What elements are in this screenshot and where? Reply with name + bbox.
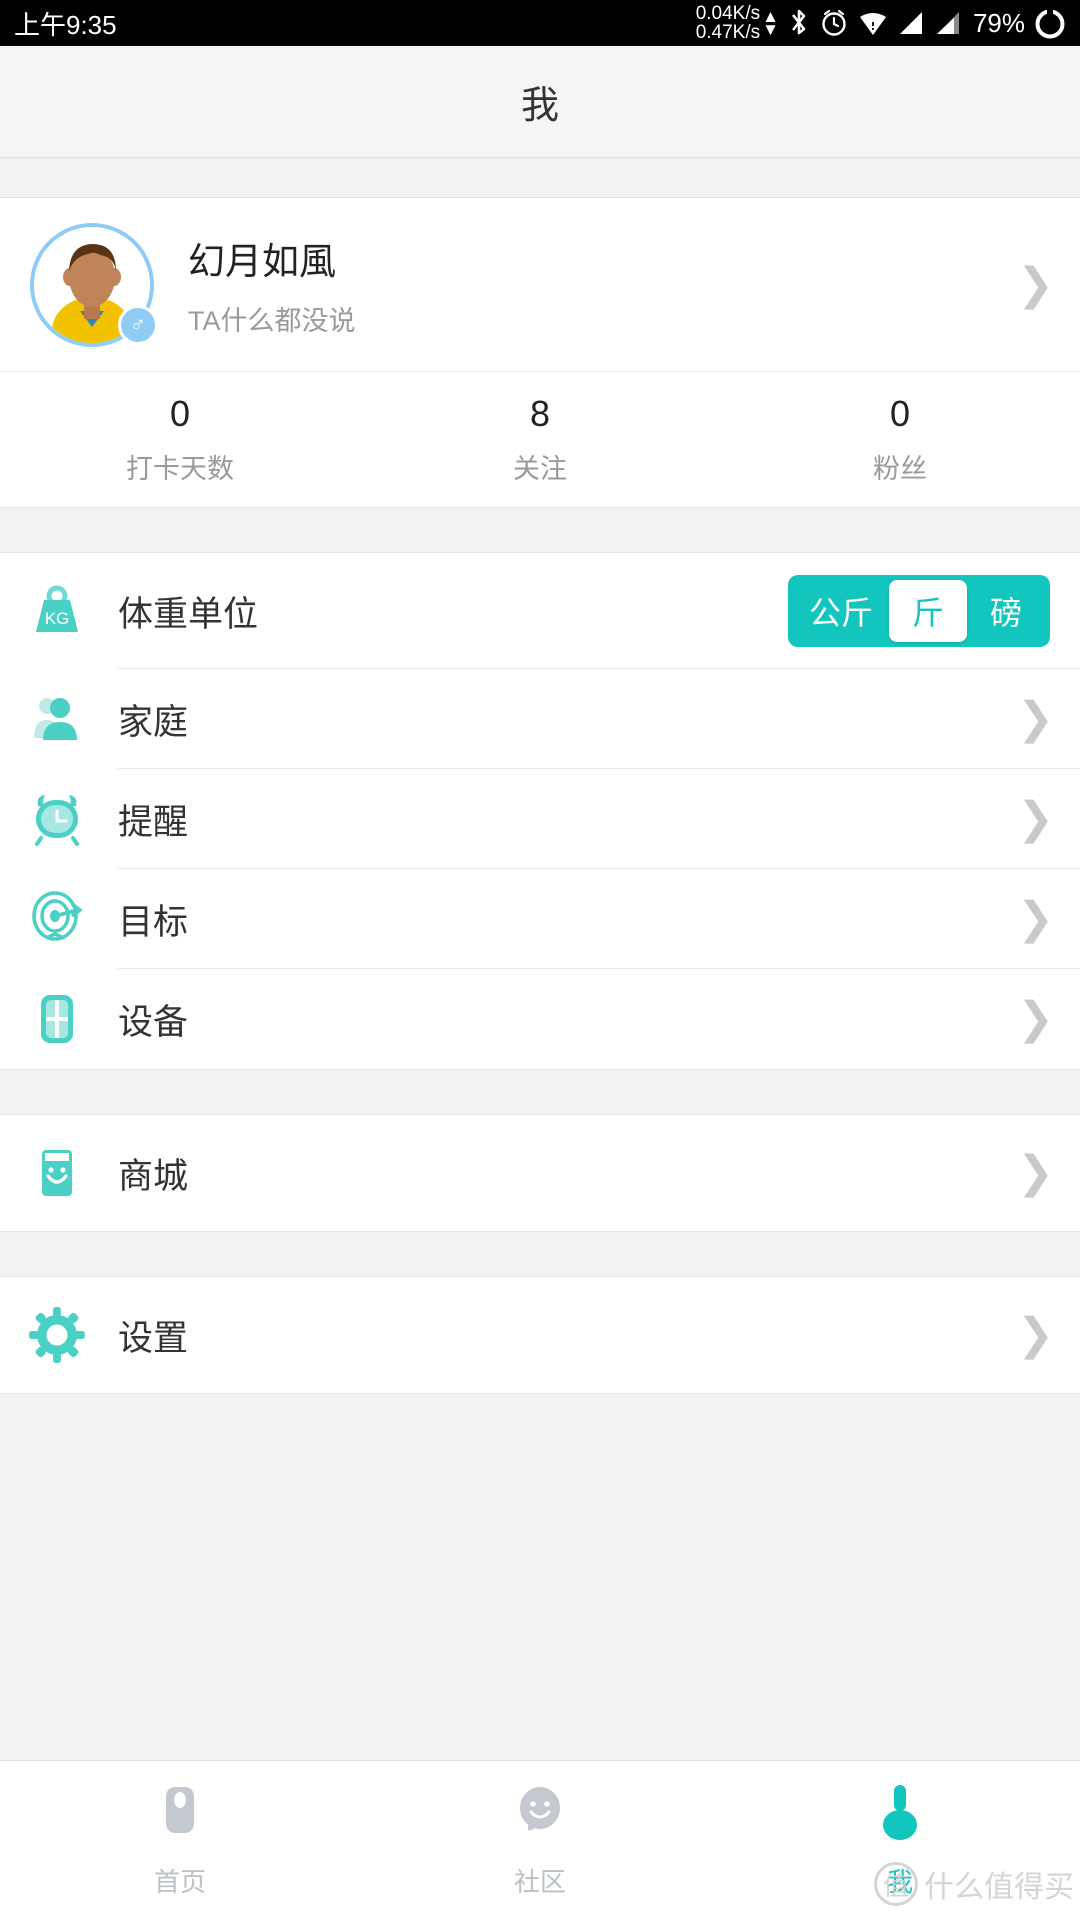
chevron-right-icon: ❯: [1017, 694, 1054, 743]
profile-info: 幻月如風 TA什么都没说: [188, 231, 1017, 338]
stat-followers[interactable]: 0 粉丝: [720, 372, 1080, 507]
person-icon: [869, 1783, 931, 1852]
chevron-right-icon: ❯: [1017, 259, 1054, 309]
stat-value: 0: [889, 393, 911, 434]
settings-group-primary: KG 体重单位 公斤 斤 磅 家庭 ❯ 提醒 ❯ 目标 ❯ 设备 ❯: [0, 552, 1080, 1070]
row-label: 设置: [118, 1318, 189, 1358]
gender-badge-male: ♂: [118, 304, 158, 345]
stat-checkin-days[interactable]: 0 打卡天数: [0, 372, 360, 507]
stat-following[interactable]: 8 关注: [360, 372, 720, 507]
row-label: 商城: [118, 1156, 189, 1196]
profile-name: 幻月如風: [188, 241, 336, 282]
alarm-icon: [819, 8, 849, 38]
page-title: 我: [520, 85, 559, 127]
status-time: 上午9:35: [14, 9, 117, 40]
svg-text:KG: KG: [45, 609, 70, 628]
target-icon: [26, 888, 88, 950]
header-spacer: [0, 158, 1080, 198]
section-spacer: [0, 1232, 1080, 1276]
shopping-bag-icon: [26, 1142, 88, 1204]
nav-label: 社区: [513, 1866, 566, 1897]
row-label: 设备: [118, 1002, 189, 1042]
battery-percent: 79%: [972, 7, 1025, 38]
network-speed-indicator: 0.04K/s 0.47K/s ▲ ▼: [695, 2, 779, 43]
seg-option-jin[interactable]: 斤: [889, 580, 967, 642]
bluetooth-icon: [788, 7, 810, 39]
status-bar: 上午9:35 0.04K/s 0.47K/s ▲ ▼ 79%: [0, 0, 1080, 46]
stat-label: 关注: [513, 454, 567, 484]
row-goal[interactable]: 目标 ❯: [0, 869, 1080, 969]
section-spacer: [0, 1070, 1080, 1114]
stats-row: 0 打卡天数 8 关注 0 粉丝: [0, 372, 1080, 508]
stat-label: 粉丝: [873, 454, 927, 484]
seg-option-pound[interactable]: 磅: [967, 580, 1045, 642]
chevron-right-icon: ❯: [1017, 1148, 1054, 1197]
avatar[interactable]: ♂: [30, 222, 158, 347]
stat-label: 打卡天数: [126, 454, 234, 484]
nav-item-home[interactable]: 首页: [0, 1783, 360, 1899]
nav-item-community[interactable]: 社区: [360, 1783, 720, 1899]
signal-bars-icon: [897, 10, 925, 36]
chevron-right-icon: ❯: [1017, 994, 1054, 1043]
row-store[interactable]: 商城 ❯: [0, 1115, 1080, 1231]
watermark-text: 什么值得买: [924, 1871, 1074, 1904]
nav-label: 首页: [153, 1866, 206, 1897]
seg-option-kilogram[interactable]: 公斤: [793, 580, 889, 642]
net-download-speed: 0.47K/s: [695, 22, 761, 43]
app-screen: 上午9:35 0.04K/s 0.47K/s ▲ ▼ 79% 我 ♂ 幻月如風 …: [0, 0, 1080, 1920]
wifi-icon: [858, 9, 888, 37]
stat-value: 8: [529, 393, 551, 434]
row-reminder[interactable]: 提醒 ❯: [0, 769, 1080, 869]
devices-grid-icon: [26, 988, 88, 1050]
app-header: 我: [0, 46, 1080, 158]
row-settings[interactable]: 设置 ❯: [0, 1277, 1080, 1393]
community-chat-icon: [509, 1783, 571, 1852]
row-label: 家庭: [118, 702, 189, 742]
profile-signature: TA什么都没说: [188, 306, 356, 336]
chevron-right-icon: ❯: [1017, 794, 1054, 843]
settings-group-store: 商城 ❯: [0, 1114, 1080, 1232]
gear-icon: [26, 1304, 88, 1366]
family-people-icon: [26, 688, 88, 750]
watermark-logo-icon: 值: [874, 1862, 918, 1906]
chevron-right-icon: ❯: [1017, 894, 1054, 943]
section-spacer: [0, 508, 1080, 552]
kg-weight-icon: KG: [26, 580, 88, 642]
row-label: 体重单位: [118, 594, 259, 634]
home-icon: [149, 1783, 211, 1852]
settings-group-settings: 设置 ❯: [0, 1276, 1080, 1394]
net-upload-speed: 0.04K/s: [695, 2, 761, 24]
profile-row[interactable]: ♂ 幻月如風 TA什么都没说 ❯: [0, 198, 1080, 372]
row-device[interactable]: 设备 ❯: [0, 969, 1080, 1069]
alarm-clock-icon: [26, 788, 88, 850]
weight-unit-segmented-control[interactable]: 公斤 斤 磅: [787, 575, 1050, 647]
row-label: 目标: [118, 902, 189, 942]
row-family[interactable]: 家庭 ❯: [0, 669, 1080, 769]
stat-value: 0: [169, 393, 191, 434]
status-icons: 0.04K/s 0.47K/s ▲ ▼ 79%: [695, 2, 1066, 43]
download-arrow-icon: ▼: [762, 20, 779, 39]
chevron-right-icon: ❯: [1017, 1310, 1054, 1359]
row-weight-unit[interactable]: KG 体重单位 公斤 斤 磅: [0, 553, 1080, 669]
watermark: 值 什么值得买: [874, 1862, 1074, 1906]
signal-bars-icon: [934, 10, 962, 36]
row-label: 提醒: [118, 802, 189, 842]
male-symbol-icon: ♂: [129, 311, 147, 337]
battery-circle-icon: [1034, 6, 1066, 40]
